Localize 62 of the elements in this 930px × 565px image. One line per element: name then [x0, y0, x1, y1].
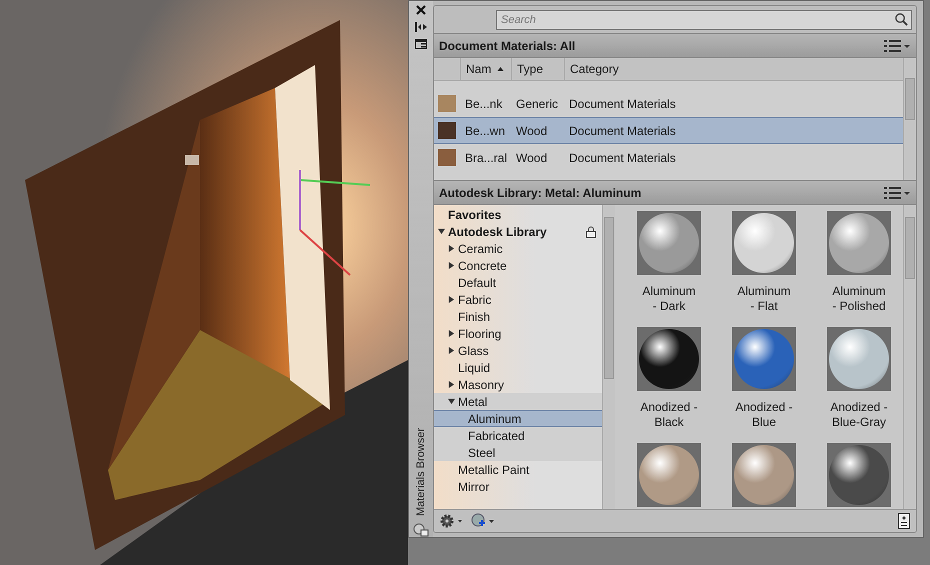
- tree-item[interactable]: Flooring: [434, 325, 602, 342]
- tree-item[interactable]: Metal: [434, 393, 602, 410]
- table-cell-text: Wood: [515, 124, 548, 138]
- tree-item[interactable]: Glass: [434, 342, 602, 359]
- tree-item[interactable]: Fabric: [434, 291, 602, 308]
- table-cell-text: Wood: [515, 150, 548, 164]
- table-row[interactable]: Bra...ral Wood Document Materials: [434, 144, 903, 171]
- material-name: Aluminum - Dark: [641, 284, 697, 314]
- close-icon[interactable]: [416, 5, 426, 15]
- collapse-arrow-icon[interactable]: [448, 398, 455, 405]
- table-cell-text: Be...wn: [464, 124, 506, 138]
- gear-icon[interactable]: [440, 514, 464, 528]
- table-cell-text: Generic: [515, 96, 560, 110]
- scrollbar[interactable]: [602, 205, 615, 509]
- column-header[interactable]: Type: [511, 58, 564, 80]
- table-cell-text: Bra...ral: [464, 150, 508, 164]
- material-name: Anodized - Blue: [735, 400, 793, 430]
- list-view-icon[interactable]: [884, 40, 910, 52]
- table-cell-text: Be...nk: [464, 96, 504, 110]
- tree-item[interactable]: Concrete: [434, 257, 602, 274]
- column-header[interactable]: Nam: [460, 58, 511, 80]
- expand-arrow-icon[interactable]: [448, 381, 455, 388]
- tree-item[interactable]: Steel: [434, 444, 602, 461]
- material-name: Aluminum - Polished: [831, 284, 887, 314]
- materials-icon[interactable]: [413, 523, 429, 537]
- section-title: Document Materials: All: [439, 38, 576, 52]
- table-cell-text: Document Materials: [568, 150, 677, 164]
- tree-item[interactable]: Liquid: [434, 359, 602, 376]
- material-name: Anodized - Blue-Gray: [830, 400, 888, 430]
- add-material-icon[interactable]: [470, 513, 496, 529]
- tree-item[interactable]: Fabricated: [434, 427, 602, 444]
- expand-arrow-icon[interactable]: [448, 347, 455, 354]
- section-title: Autodesk Library: Metal: Aluminum: [439, 186, 642, 200]
- scrollbar[interactable]: [903, 205, 916, 509]
- list-view-icon[interactable]: [884, 186, 910, 198]
- tree-item[interactable]: Ceramic: [434, 240, 602, 257]
- collapse-arrow-icon[interactable]: [438, 228, 445, 235]
- tree-item[interactable]: Finish: [434, 308, 602, 325]
- search-field[interactable]: Search: [496, 10, 912, 30]
- expand-arrow-icon[interactable]: [448, 296, 455, 303]
- table-cell-text: Document Materials: [568, 96, 677, 110]
- tree-item[interactable]: Autodesk Library: [434, 223, 602, 240]
- expand-arrow-icon[interactable]: [448, 330, 455, 337]
- expand-arrow-icon[interactable]: [448, 262, 455, 269]
- details-panel-icon[interactable]: [898, 513, 910, 529]
- search-icon: [895, 13, 908, 26]
- tree-item[interactable]: Default: [434, 274, 602, 291]
- table-row[interactable]: Be...nk Generic Document Materials: [434, 90, 903, 117]
- material-name: Aluminum - Flat: [736, 284, 792, 314]
- expand-arrow-icon[interactable]: [448, 245, 455, 252]
- tree-item[interactable]: Aluminum: [434, 410, 602, 427]
- material-name: Anodized - Black: [640, 400, 698, 430]
- table-row[interactable]: Be...wn Wood Document Materials: [434, 117, 903, 144]
- tree-item[interactable]: Metallic Paint: [434, 461, 602, 478]
- tree-item[interactable]: Mirror: [434, 478, 602, 495]
- auto-hide-icon[interactable]: [415, 22, 427, 32]
- properties-icon[interactable]: [415, 39, 427, 49]
- scrollbar[interactable]: [903, 58, 916, 180]
- tree-item[interactable]: Favorites: [434, 206, 602, 223]
- tree-item[interactable]: Masonry: [434, 376, 602, 393]
- palette-title: Materials Browser: [415, 428, 427, 516]
- table-cell-text: Document Materials: [568, 124, 677, 138]
